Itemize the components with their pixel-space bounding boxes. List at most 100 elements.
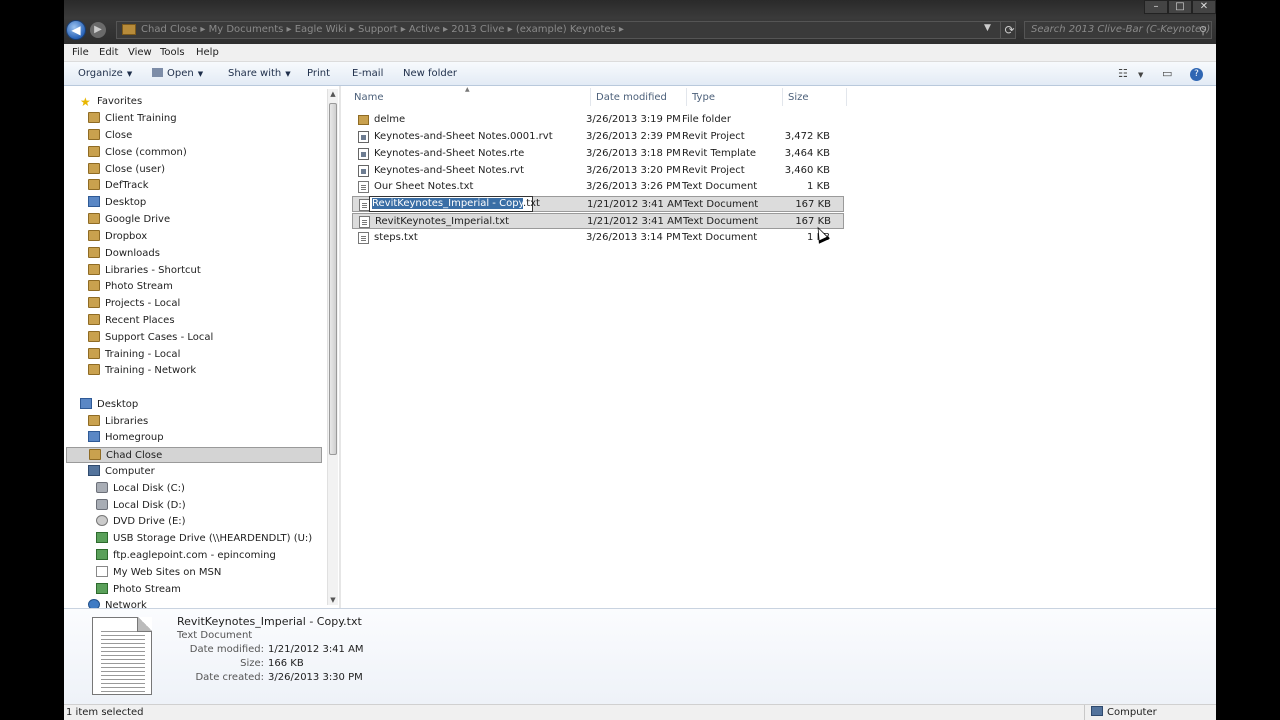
change-view-icon[interactable]: ☷ xyxy=(1118,67,1128,80)
forward-button[interactable]: ▶ xyxy=(90,22,106,38)
nav-label: Local Disk (D:) xyxy=(113,500,186,511)
column-header-type[interactable]: Type xyxy=(692,92,715,103)
folder-icon xyxy=(122,24,136,35)
column-divider[interactable] xyxy=(590,88,591,106)
file-date: 3/26/2013 3:26 PM xyxy=(586,181,681,192)
nav-item-homegroup[interactable]: Homegroup xyxy=(88,430,164,446)
scroll-down-icon[interactable]: ▼ xyxy=(329,596,337,604)
details-pane: RevitKeynotes_Imperial - Copy.txt Text D… xyxy=(64,608,1216,704)
revit-file-icon xyxy=(358,148,369,160)
folder-icon xyxy=(88,331,100,342)
file-row[interactable]: delme 3/26/2013 3:19 PM File folder xyxy=(352,112,844,128)
menu-help[interactable]: Help xyxy=(196,47,219,58)
nav-label: Google Drive xyxy=(105,214,171,225)
menu-view[interactable]: View xyxy=(128,47,152,58)
nav-item-support-cases[interactable]: Support Cases - Local xyxy=(88,330,213,346)
nav-item-computer[interactable]: Computer xyxy=(88,464,155,480)
scroll-up-icon[interactable]: ▲ xyxy=(329,90,337,98)
nav-item-local-disk-c[interactable]: Local Disk (C:) xyxy=(96,481,185,497)
nav-scrollbar[interactable]: ▲ ▼ xyxy=(327,89,338,605)
nav-favorites[interactable]: ★ Favorites xyxy=(80,94,142,110)
column-divider[interactable] xyxy=(846,88,847,106)
menu-file[interactable]: File xyxy=(72,47,89,58)
open-button[interactable]: Open ▼ xyxy=(152,68,203,79)
chevron-down-icon[interactable]: ▼ xyxy=(1138,71,1143,79)
file-row[interactable]: steps.txt 3/26/2013 3:14 PM Text Documen… xyxy=(352,230,844,246)
search-input[interactable]: Search 2013 Clive-Bar (C-Keynotes) ⚲ xyxy=(1024,21,1212,39)
search-icon[interactable]: ⚲ xyxy=(1199,23,1207,38)
nav-item-photo-stream[interactable]: Photo Stream xyxy=(88,279,173,295)
column-divider[interactable] xyxy=(782,88,783,106)
nav-item-dvd-drive[interactable]: DVD Drive (E:) xyxy=(96,514,186,530)
nav-item-google-drive[interactable]: Google Drive xyxy=(88,212,170,228)
nav-item-close-user[interactable]: Close (user) xyxy=(88,162,165,178)
homegroup-icon xyxy=(88,431,100,442)
file-row[interactable]: Our Sheet Notes.txt 3/26/2013 3:26 PM Te… xyxy=(352,179,844,195)
nav-item-close-common[interactable]: Close (common) xyxy=(88,145,187,161)
nav-item-recent-places[interactable]: Recent Places xyxy=(88,313,175,329)
nav-item-client-training[interactable]: Client Training xyxy=(88,111,177,127)
file-row[interactable]: Keynotes-and-Sheet Notes.0001.rvt 3/26/2… xyxy=(352,129,844,145)
nav-item-usb-storage[interactable]: USB Storage Drive (\\HEARDENDLT) (U:) xyxy=(96,531,312,547)
file-date: 3/26/2013 3:20 PM xyxy=(586,165,681,176)
file-date: 3/26/2013 2:39 PM xyxy=(586,131,681,142)
address-bar[interactable]: Chad Close ▸ My Documents ▸ Eagle Wiki ▸… xyxy=(116,21,1016,39)
nav-item-desktop[interactable]: Desktop xyxy=(88,195,146,211)
column-divider[interactable] xyxy=(686,88,687,106)
back-button[interactable]: ◀ xyxy=(66,20,86,40)
column-header-name[interactable]: Name xyxy=(354,92,384,103)
menu-tools[interactable]: Tools xyxy=(160,47,185,58)
preview-pane-icon[interactable]: ▭ xyxy=(1162,67,1172,80)
close-button[interactable]: ✕ xyxy=(1192,0,1216,14)
nav-item-training-local[interactable]: Training - Local xyxy=(88,347,180,363)
chevron-down-icon[interactable]: ▼ xyxy=(984,23,991,33)
print-button[interactable]: Print xyxy=(307,68,330,79)
details-size-label: Size: xyxy=(240,658,264,669)
file-row[interactable]: Keynotes-and-Sheet Notes.rte 3/26/2013 3… xyxy=(352,146,844,162)
nav-item-my-web-sites[interactable]: My Web Sites on MSN xyxy=(96,565,221,581)
share-with-button[interactable]: Share with ▼ xyxy=(228,68,291,79)
text-file-icon xyxy=(359,216,370,228)
details-date-modified: 1/21/2012 3:41 AM xyxy=(268,644,364,655)
back-arrow-icon: ◀ xyxy=(71,23,81,37)
rename-input[interactable]: RevitKeynotes_Imperial - Copy.txt xyxy=(369,196,540,212)
file-row[interactable]: Keynotes-and-Sheet Notes.rvt 3/26/2013 3… xyxy=(352,163,844,179)
nav-item-deftrack[interactable]: DefTrack xyxy=(88,178,149,194)
email-button[interactable]: E-mail xyxy=(352,68,383,79)
pane-splitter[interactable] xyxy=(339,86,341,608)
column-header-size[interactable]: Size xyxy=(788,92,809,103)
maximize-button[interactable]: □ xyxy=(1168,0,1192,14)
nav-item-photo-stream-2[interactable]: Photo Stream xyxy=(96,582,181,598)
nav-desktop-root[interactable]: Desktop xyxy=(80,397,138,413)
minimize-button[interactable]: – xyxy=(1144,0,1168,14)
folder-icon xyxy=(88,129,100,140)
scrollbar-thumb[interactable] xyxy=(329,103,337,455)
nav-item-chad-close[interactable]: Chad Close xyxy=(66,447,322,463)
new-folder-button[interactable]: New folder xyxy=(403,68,457,79)
file-name: steps.txt xyxy=(374,232,418,243)
nav-item-training-network[interactable]: Training - Network xyxy=(88,363,196,379)
file-row-selected[interactable]: RevitKeynotes_Imperial.txt 1/21/2012 3:4… xyxy=(352,213,844,229)
nav-item-close[interactable]: Close xyxy=(88,128,132,144)
nav-item-local-disk-d[interactable]: Local Disk (D:) xyxy=(96,498,186,514)
help-icon[interactable]: ? xyxy=(1190,68,1203,81)
nav-item-network[interactable]: Network xyxy=(88,598,147,608)
column-header-date[interactable]: Date modified xyxy=(596,92,667,103)
hard-drive-icon xyxy=(96,482,108,493)
menu-edit[interactable]: Edit xyxy=(99,47,118,58)
nav-item-libraries[interactable]: Libraries xyxy=(88,414,148,430)
status-selection-count: 1 item selected xyxy=(66,707,144,718)
folder-icon xyxy=(88,364,100,375)
chevron-down-icon: ▼ xyxy=(285,70,291,78)
nav-item-dropbox[interactable]: Dropbox xyxy=(88,229,147,245)
nav-item-ftp[interactable]: ftp.eaglepoint.com - epincoming xyxy=(96,548,276,564)
nav-label: Dropbox xyxy=(105,231,148,242)
organize-button[interactable]: Organize ▼ xyxy=(78,68,132,79)
nav-item-downloads[interactable]: Downloads xyxy=(88,246,160,262)
nav-item-libraries-shortcut[interactable]: Libraries - Shortcut xyxy=(88,263,201,279)
nav-label: Libraries xyxy=(105,416,149,427)
downloads-icon xyxy=(88,247,100,258)
file-row-selected[interactable]: RevitKeynotes_Imperial - Copy.txt 1/21/2… xyxy=(352,196,844,212)
nav-item-projects-local[interactable]: Projects - Local xyxy=(88,296,180,312)
refresh-button[interactable]: ⟳ xyxy=(1000,21,1018,39)
